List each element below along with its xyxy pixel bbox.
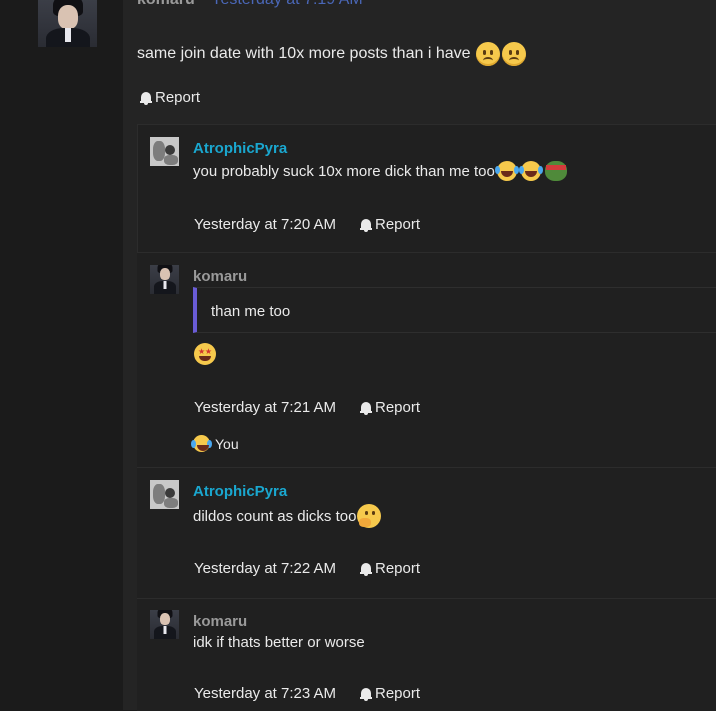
report-button[interactable]: Report <box>360 560 420 577</box>
report-button[interactable]: Report <box>360 399 420 416</box>
reaction-label: You <box>215 435 239 452</box>
reply-message-text: idk if thats better or worse <box>193 634 365 651</box>
reply-timestamp[interactable]: Yesterday at 7:23 AM <box>194 685 336 702</box>
reply-author-name[interactable]: AtrophicPyra <box>193 140 287 157</box>
reply-author-name[interactable]: komaru <box>193 613 247 630</box>
post-message-text: same join date with 10x more posts than … <box>137 45 471 62</box>
report-button[interactable]: Report <box>360 216 420 233</box>
atrophicpyra-avatar[interactable] <box>150 480 179 509</box>
bell-icon <box>360 562 372 576</box>
reaction-summary[interactable]: You <box>191 435 239 452</box>
reply-timestamp[interactable]: Yesterday at 7:21 AM <box>194 399 336 416</box>
bell-icon <box>140 91 152 105</box>
bell-icon <box>360 401 372 415</box>
reply-message-text: dildos count as dicks too <box>193 507 357 525</box>
komaru-avatar[interactable] <box>150 610 179 639</box>
worried-face-emoji <box>475 42 500 66</box>
report-label: Report <box>375 399 421 416</box>
quote-block: than me too <box>193 287 716 333</box>
laughing-crying-emoji <box>494 161 519 181</box>
report-label: Report <box>375 216 421 233</box>
post-author-line: komaru Yesterday at 7:19 AM <box>137 0 363 9</box>
post-author-name[interactable]: komaru <box>137 0 195 8</box>
report-button[interactable]: Report <box>360 685 420 702</box>
reply-timestamp[interactable]: Yesterday at 7:22 AM <box>194 560 336 577</box>
left-gutter <box>0 0 123 710</box>
ninja-turtle-emoji <box>544 161 567 181</box>
report-label: Report <box>375 560 421 577</box>
reply-timestamp[interactable]: Yesterday at 7:20 AM <box>194 216 336 233</box>
reply-message-text: you probably suck 10x more dick than me … <box>193 162 495 180</box>
laughing-crying-emoji <box>518 161 543 181</box>
worried-face-emoji <box>501 42 526 66</box>
reply-message: dildos count as dicks too <box>193 504 382 528</box>
laughing-crying-emoji <box>191 435 212 452</box>
bell-icon <box>360 218 372 232</box>
thinking-face-emoji <box>357 504 382 528</box>
atrophicpyra-avatar[interactable] <box>150 137 179 166</box>
komaru-avatar[interactable] <box>150 265 179 294</box>
report-button[interactable]: Report <box>140 89 200 106</box>
post-timestamp[interactable]: Yesterday at 7:19 AM <box>211 0 363 8</box>
report-label: Report <box>155 89 201 106</box>
post-message: same join date with 10x more posts than … <box>137 42 526 66</box>
komaru-avatar[interactable] <box>38 0 97 47</box>
reply-message: you probably suck 10x more dick than me … <box>193 161 567 181</box>
reply-author-name[interactable]: AtrophicPyra <box>193 483 287 500</box>
report-label: Report <box>375 685 421 702</box>
star-struck-emoji: ★ ★ <box>194 343 216 365</box>
reply-message: idk if thats better or worse <box>193 634 365 651</box>
quote-text: than me too <box>211 303 291 320</box>
reply-author-name[interactable]: komaru <box>193 268 247 285</box>
bell-icon <box>360 687 372 701</box>
